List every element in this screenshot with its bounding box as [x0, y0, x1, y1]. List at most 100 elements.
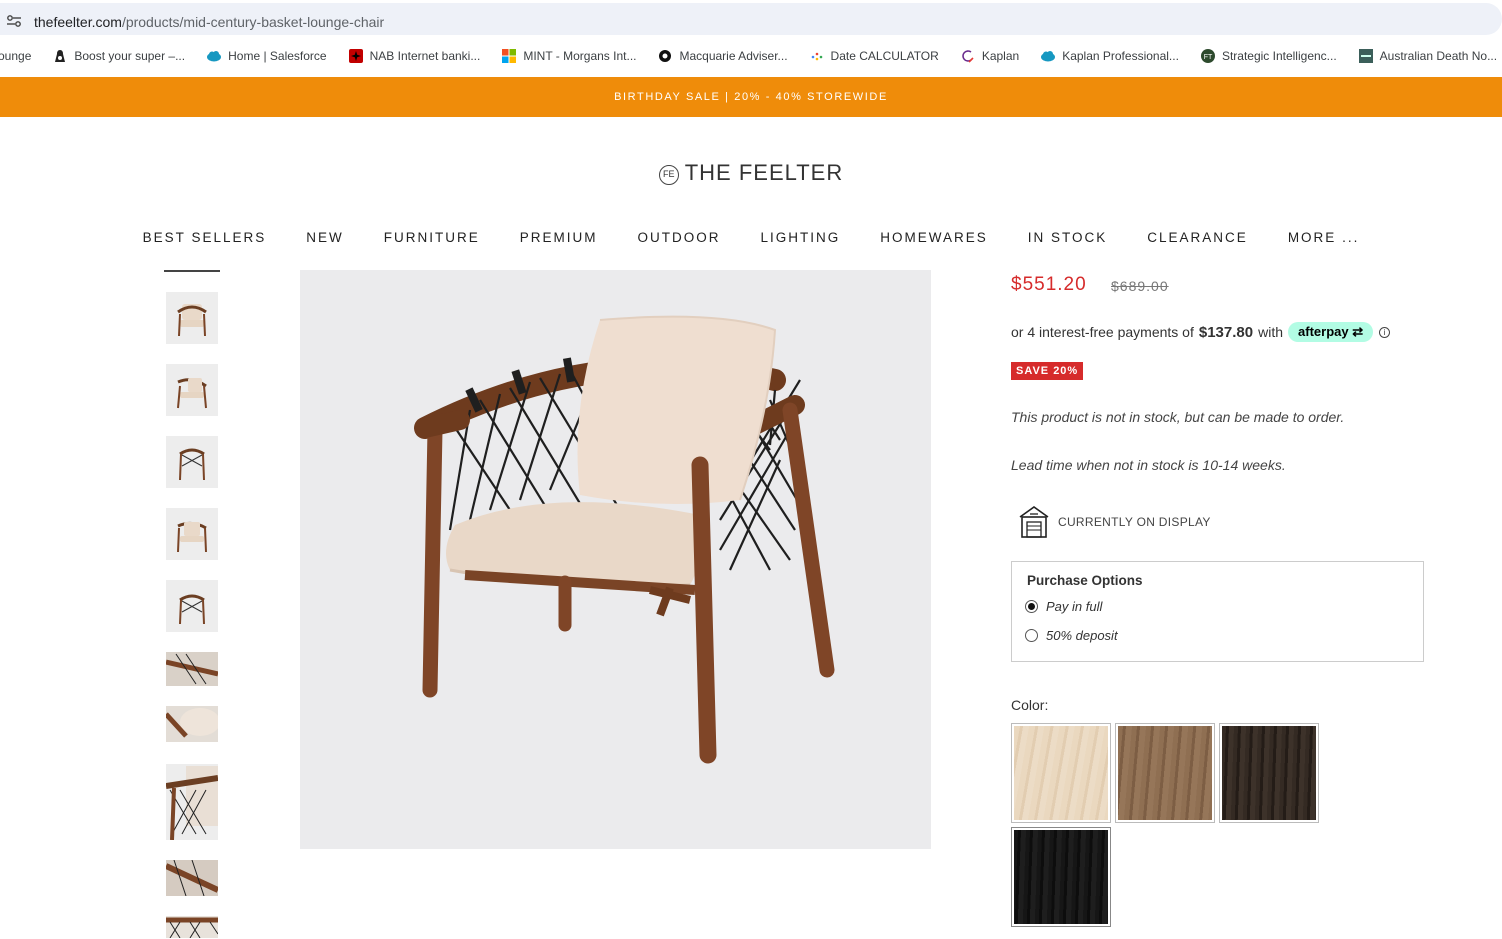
nav-in-stock[interactable]: IN STOCK — [1028, 230, 1108, 245]
logo-text: THE FEELTER — [684, 160, 844, 185]
logo-mark: FE — [658, 165, 679, 185]
detail-thumbnail-image — [166, 916, 218, 938]
adn-icon — [1358, 49, 1373, 63]
swatch-fill — [1118, 726, 1212, 820]
promo-banner[interactable]: BIRTHDAY SALE | 20% - 40% STOREWIDE — [0, 77, 1502, 117]
salesforce-cloud-icon — [207, 51, 222, 62]
swatch-fill — [1222, 726, 1316, 820]
product-thumbnail[interactable] — [166, 706, 218, 742]
sale-price: $551.20 — [1011, 274, 1087, 295]
bookmark-item[interactable]: MINT - Morgans Int... — [502, 49, 636, 63]
main-nav: BEST SELLERS NEW FURNITURE PREMIUM OUTDO… — [0, 230, 1502, 245]
afterpay-logo-text: afterpay — [1298, 324, 1349, 339]
kaplan-icon — [962, 50, 974, 63]
nav-new[interactable]: NEW — [306, 230, 344, 245]
bag-icon — [55, 50, 66, 62]
lounge-chair-image — [414, 315, 835, 764]
stock-note: This product is not in stock, but can be… — [1011, 409, 1345, 425]
product-thumbnail[interactable] — [166, 508, 218, 560]
bookmark-label: Boost your super –... — [74, 49, 186, 63]
purchase-options-title: Purchase Options — [1027, 573, 1143, 588]
color-swatch-walnut[interactable] — [1115, 723, 1215, 823]
url-field[interactable]: thefeelter.com/products/mid-century-bask… — [0, 3, 1502, 35]
nav-best-sellers[interactable]: BEST SELLERS — [143, 230, 267, 245]
macquarie-circle-icon — [659, 50, 672, 62]
bookmark-label: Home | Salesforce — [228, 49, 327, 63]
bookmark-item[interactable]: Date CALCULATOR — [810, 49, 939, 63]
radio-unselected[interactable] — [1025, 629, 1038, 642]
nav-furniture[interactable]: FURNITURE — [384, 230, 480, 245]
swatch-fill — [1014, 830, 1108, 924]
product-thumbnail[interactable] — [166, 764, 218, 840]
microsoft-grid-icon — [502, 49, 517, 63]
chair-thumbnail-image — [166, 580, 218, 632]
bookmark-item[interactable]: Kaplan — [961, 49, 1019, 63]
nav-clearance[interactable]: CLEARANCE — [1147, 230, 1248, 245]
bookmark-item[interactable]: Boost your super –... — [53, 49, 185, 63]
compare-at-price: $689.00 — [1111, 278, 1169, 294]
chair-thumbnail-image — [166, 436, 218, 488]
product-thumbnail[interactable] — [166, 860, 218, 896]
lead-time-note: Lead time when not in stock is 10-14 wee… — [1011, 457, 1286, 473]
nav-more[interactable]: MORE ... — [1288, 230, 1360, 245]
bookmark-label: Australian Death No... — [1379, 49, 1498, 63]
nab-star-icon — [348, 49, 363, 63]
info-icon[interactable]: i — [1379, 326, 1391, 338]
bookmark-item[interactable]: FT Strategic Intelligenc... — [1200, 49, 1337, 63]
display-status: CURRENTLY ON DISPLAY — [1018, 505, 1211, 539]
product-thumbnail[interactable] — [166, 292, 218, 344]
afterpay-arrows-icon: ⇄ — [1352, 324, 1364, 339]
bookmark-item[interactable]: ounge — [0, 49, 31, 63]
chair-thumbnail-image — [166, 508, 218, 560]
chair-thumbnail-image — [166, 364, 218, 416]
bookmark-item[interactable]: NAB Internet banki... — [348, 49, 480, 63]
product-thumbnail[interactable] — [166, 652, 218, 686]
option-deposit[interactable]: 50% deposit — [1025, 628, 1118, 643]
bookmark-item[interactable]: Australian Death No... — [1358, 49, 1498, 63]
display-label: CURRENTLY ON DISPLAY — [1058, 515, 1211, 529]
afterpay-suffix: with — [1258, 324, 1284, 340]
nav-premium[interactable]: PREMIUM — [520, 230, 598, 245]
bookmark-item[interactable]: Macquarie Adviser... — [658, 49, 788, 63]
color-swatch-black[interactable] — [1011, 827, 1111, 927]
bookmark-label: Kaplan Professional... — [1062, 49, 1179, 63]
bookmark-label: Macquarie Adviser... — [679, 49, 788, 63]
bookmark-label: Strategic Intelligenc... — [1221, 49, 1337, 63]
detail-thumbnail-image — [166, 764, 218, 840]
option-pay-in-full[interactable]: Pay in full — [1025, 599, 1102, 614]
site-info-icon[interactable] — [6, 14, 22, 28]
swatch-fill — [1014, 726, 1108, 820]
nav-outdoor[interactable]: OUTDOOR — [637, 230, 720, 245]
url-path: /products/mid-century-basket-lounge-chai… — [121, 14, 385, 30]
chair-thumbnail-image — [166, 292, 218, 344]
afterpay-prefix: or 4 interest-free payments of — [1011, 324, 1194, 340]
option-label: Pay in full — [1046, 599, 1103, 614]
bookmarks-bar: ounge Boost your super –... Home | Sales… — [0, 40, 1502, 72]
detail-thumbnail-image — [166, 706, 218, 742]
color-swatch-dark-brown[interactable] — [1219, 723, 1319, 823]
nav-homewares[interactable]: HOMEWARES — [880, 230, 988, 245]
active-thumbnail-indicator — [164, 270, 220, 272]
bookmark-label: MINT - Morgans Int... — [523, 49, 637, 63]
product-thumbnail[interactable] — [166, 436, 218, 488]
product-thumbnail[interactable] — [166, 364, 218, 416]
option-label: 50% deposit — [1046, 628, 1118, 643]
ft-icon: FT — [1200, 49, 1215, 63]
purchase-options-box: Purchase Options Pay in full 50% deposit — [1011, 561, 1424, 662]
main-product-image[interactable] — [300, 270, 931, 849]
product-thumbnail[interactable] — [166, 916, 218, 938]
color-swatch-natural[interactable] — [1011, 723, 1111, 823]
afterpay-logo[interactable]: afterpay ⇄ — [1288, 322, 1374, 342]
bookmark-item[interactable]: Home | Salesforce — [207, 49, 327, 63]
salesforce-cloud-icon — [1041, 51, 1056, 62]
nav-lighting[interactable]: LIGHTING — [760, 230, 840, 245]
radio-selected[interactable] — [1025, 600, 1038, 613]
url-host: thefeelter.com — [34, 14, 122, 30]
detail-thumbnail-image — [166, 860, 218, 896]
svg-text:FT: FT — [1204, 54, 1213, 61]
bookmark-label: Date CALCULATOR — [830, 49, 939, 63]
browser-address-bar: thefeelter.com/products/mid-century-bask… — [0, 0, 1502, 38]
site-logo[interactable]: FE THE FEELTER — [0, 160, 1502, 186]
product-thumbnail[interactable] — [166, 580, 218, 632]
bookmark-item[interactable]: Kaplan Professional... — [1041, 49, 1179, 63]
